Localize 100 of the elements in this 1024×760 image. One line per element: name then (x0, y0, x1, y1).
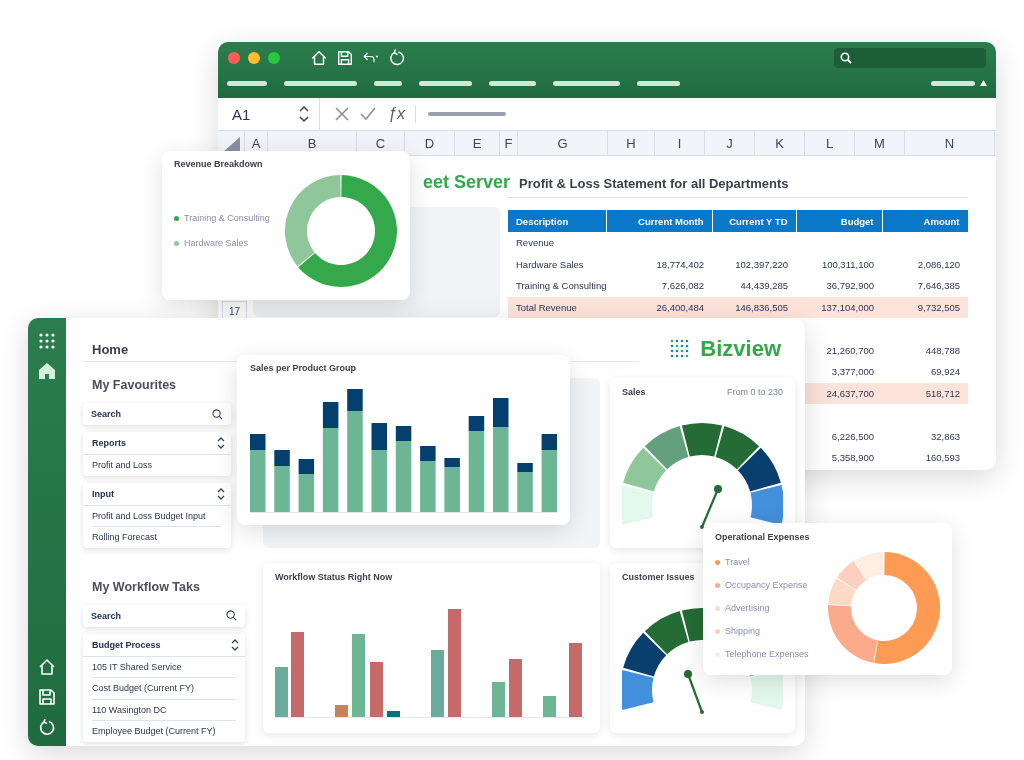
cell-reference[interactable]: A1 (232, 105, 251, 123)
bar (431, 650, 444, 717)
row-label: Total Revenue (516, 301, 577, 313)
table-cell: 69,924 (930, 366, 960, 378)
column-header[interactable]: I (655, 131, 705, 155)
column-header: Amount (882, 210, 968, 232)
row-label: Revenue (516, 237, 555, 249)
column-header: Current Month (606, 210, 712, 232)
search-icon (212, 408, 223, 420)
legend-label: Advertising (725, 603, 770, 613)
stepper-icon[interactable] (299, 105, 309, 123)
maximize-button[interactable] (268, 52, 280, 64)
logo-text: Bizview (700, 336, 781, 362)
search-field[interactable] (834, 48, 986, 68)
search-field[interactable]: Search (83, 604, 245, 627)
ribbon-tab-placeholder[interactable] (931, 80, 975, 86)
column-header[interactable]: J (705, 131, 755, 155)
bar (335, 705, 348, 717)
table-cell: 518,712 (925, 387, 960, 399)
legend-label: Occupancy Expense (725, 580, 808, 590)
legend-label: Travel (725, 557, 750, 567)
legend-label: Hardware Sales (184, 238, 249, 248)
home-icon[interactable] (38, 362, 56, 380)
column-header[interactable]: K (755, 131, 805, 155)
table-cell: 102,397,220 (735, 258, 788, 270)
legend-label: Telephone Expenses (725, 649, 809, 659)
column-header[interactable]: G (518, 131, 608, 155)
bar (509, 659, 522, 717)
table-cell: 3,377,000 (831, 366, 874, 378)
collapse-icon[interactable] (980, 80, 987, 86)
column-header[interactable]: N (905, 131, 995, 155)
chevron-updown-icon[interactable] (217, 436, 225, 450)
table-cell: 6,226,500 (831, 430, 874, 442)
table-cell: 7,626,082 (661, 280, 704, 292)
save-icon[interactable] (336, 49, 354, 67)
ribbon-tab-placeholder[interactable] (374, 80, 402, 86)
table-cell: 448,788 (925, 344, 960, 356)
legend-label: Shipping (725, 626, 761, 636)
table-cell: 100,311,100 (821, 258, 874, 270)
list-item[interactable]: Profit and Loss Budget Input (92, 505, 222, 526)
sheet-title: eet Server (422, 172, 510, 193)
row-label: Training & Consulting (516, 280, 607, 292)
list-item[interactable]: Rolling Forecast (92, 526, 222, 548)
legend-label: Training & Consulting (184, 213, 270, 223)
bar (275, 667, 288, 717)
ribbon-tab-placeholder[interactable] (637, 80, 680, 86)
ribbon-tab-placeholder[interactable] (419, 80, 472, 86)
function-button[interactable]: ƒx (388, 105, 405, 123)
table-cell: 44,439,285 (740, 280, 788, 292)
apps-grid-icon[interactable] (38, 332, 56, 350)
table-cell: 7,646,385 (917, 280, 960, 292)
card-title: Sales per Product Group (250, 363, 358, 373)
ribbon-tab-placeholder[interactable] (553, 80, 620, 86)
chevron-updown-icon[interactable] (231, 637, 239, 652)
card-title: Customer Issues (622, 572, 695, 582)
ribbon-tab-placeholder[interactable] (489, 80, 536, 86)
card-title: Sales (622, 387, 646, 397)
section-heading: My Workflow Taks (91, 579, 201, 596)
column-header[interactable]: E (455, 131, 500, 155)
card-title: Operational Expenses (715, 532, 811, 542)
group-title[interactable]: Input (92, 488, 114, 499)
list-item[interactable]: Employee Budget (Current FY) (92, 720, 236, 742)
group-title[interactable]: Budget Process (92, 639, 161, 650)
column-header[interactable]: H (608, 131, 655, 155)
table-cell: 5,358,900 (831, 452, 874, 464)
search-icon (840, 52, 852, 64)
save-icon[interactable] (38, 688, 56, 706)
section-heading: My Favourites (91, 378, 178, 394)
table-cell: 18,774,402 (656, 258, 704, 270)
cancel-icon[interactable] (334, 106, 350, 122)
bar (492, 682, 505, 717)
search-icon (226, 610, 237, 621)
card-title: Revenue Breakdown (174, 159, 264, 169)
table-cell: 9,732,505 (917, 301, 960, 313)
home-icon[interactable] (310, 49, 328, 67)
check-icon[interactable] (360, 106, 376, 122)
group-title[interactable]: Reports (92, 438, 126, 448)
column-header[interactable]: F (500, 131, 518, 155)
table-cell: 160,593 (925, 452, 960, 464)
refresh-icon[interactable] (388, 49, 406, 67)
column-header[interactable]: L (805, 131, 855, 155)
ribbon-tab-placeholder[interactable] (227, 80, 267, 86)
bar (370, 662, 383, 717)
refresh-icon[interactable] (38, 718, 56, 736)
home-icon[interactable] (38, 658, 56, 676)
list-item[interactable]: 105 IT Shared Service (92, 656, 236, 677)
list-item[interactable]: Cost Budget (Current FY) (92, 677, 236, 699)
table-cell: 36,792,900 (826, 280, 874, 292)
column-header[interactable]: M (855, 131, 905, 155)
column-header: Budget (796, 210, 882, 232)
ribbon-tab-placeholder[interactable] (284, 80, 357, 86)
table-cell: 137,104,000 (821, 301, 874, 313)
chevron-updown-icon[interactable] (217, 486, 225, 501)
table-cell: 24,637,700 (826, 387, 874, 399)
card-title: Workflow Status Right Now (275, 572, 394, 582)
list-item[interactable]: 110 Wasington DC (92, 698, 236, 720)
row-label: Hardware Sales (516, 258, 584, 270)
search-field[interactable]: Search (83, 403, 231, 425)
minimize-button[interactable] (248, 52, 260, 64)
list-item[interactable]: Profit and Loss (92, 455, 222, 476)
